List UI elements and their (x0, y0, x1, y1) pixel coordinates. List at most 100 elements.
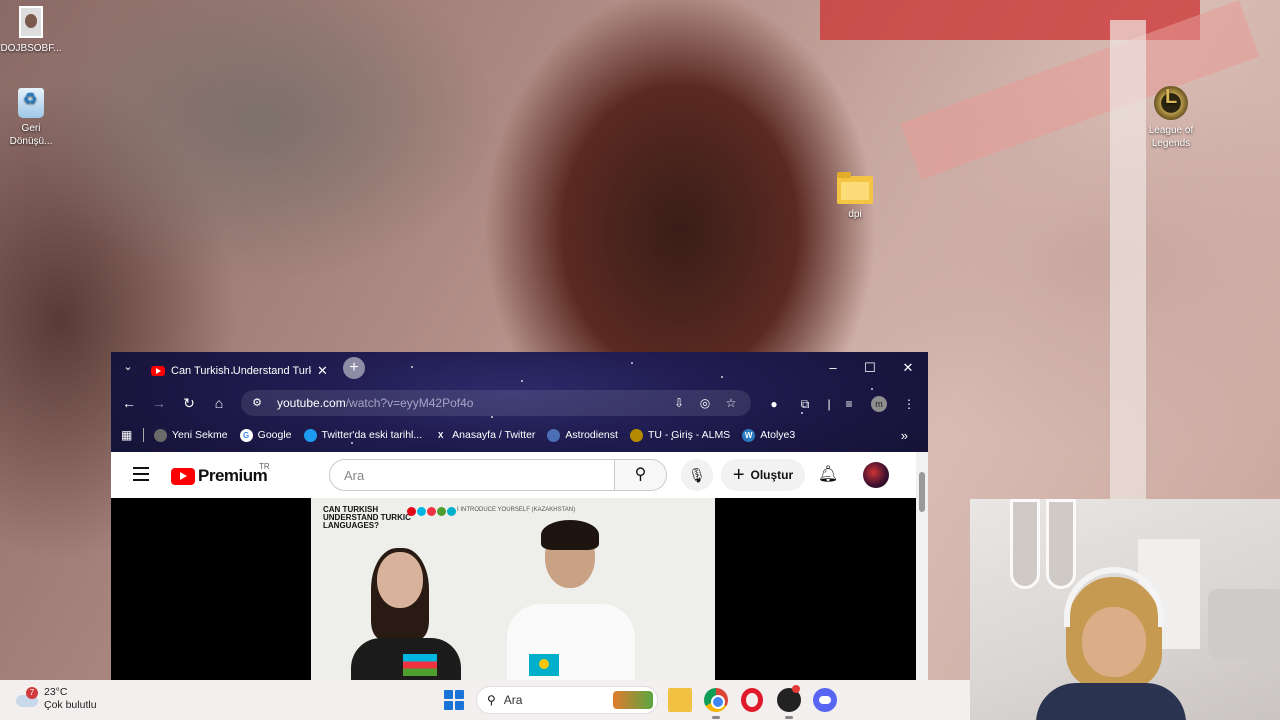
twitter-icon (303, 428, 317, 442)
reload-button[interactable]: ↻ (178, 392, 200, 414)
menu-icon[interactable] (133, 467, 149, 481)
url-text: youtube.com/watch?v=eyyM42Pof4o (277, 396, 473, 410)
account-avatar[interactable] (863, 462, 889, 488)
search-button[interactable]: ⚲ (615, 459, 667, 491)
discord-icon[interactable] (813, 688, 837, 712)
youtube-search-input[interactable]: Ara (329, 459, 615, 491)
url-host: youtube.com (277, 396, 346, 410)
scrollbar-thumb[interactable] (919, 472, 925, 512)
browser-window: ⌄ Can Turkish Understand Turkic L ✕ + – … (111, 352, 928, 680)
extension-icon[interactable]: ● (766, 396, 782, 412)
voice-search-button[interactable]: 🎙 (681, 459, 713, 491)
bookmark-label: Google (257, 429, 292, 441)
url-path: /watch?v=eyyM42Pof4o (345, 396, 474, 410)
media-control-icon[interactable]: ≡ (841, 396, 857, 412)
desktop-icon-label: Geri Dönüşü... (9, 123, 53, 147)
search-placeholder: Ara (344, 467, 365, 483)
bookmark-star-icon[interactable]: ☆ (723, 395, 739, 411)
windows-start-icon[interactable] (444, 690, 464, 710)
youtube-logo-text: Premium (198, 466, 268, 485)
address-bar[interactable]: ⚙ youtube.com/watch?v=eyyM42Pof4o ⇩ ◎ ☆ (241, 390, 751, 416)
obs-icon[interactable] (777, 685, 801, 719)
new-tab-button[interactable]: + (343, 357, 365, 379)
eye-off-icon[interactable]: ◎ (697, 395, 713, 411)
bookmark-label: Anasayfa / Twitter (452, 429, 536, 441)
browser-toolbar: ← → ↻ ⌂ ⚙ youtube.com/watch?v=eyyM42Pof4… (111, 388, 928, 418)
desktop-icon-league-of-legends[interactable]: League of Legends (1136, 86, 1206, 150)
taskbar-search[interactable]: ⚲ Ara (476, 686, 658, 714)
desktop-icon-label: dpi (848, 209, 862, 220)
desktop-icon-recycle-bin[interactable]: Geri Dönüşü... (0, 88, 66, 148)
plus-icon: + (732, 464, 745, 486)
webcam-overlay (970, 499, 1280, 720)
minimize-button[interactable]: – (818, 358, 848, 378)
bookmark-twitter-home[interactable]: X Anasayfa / Twitter (434, 429, 535, 442)
youtube-page: Premium TR Ara ⚲ 🎙 + Oluştur 🔔︎ CAN TURKI… (111, 452, 916, 680)
maximize-button[interactable]: ☐ (855, 358, 885, 378)
create-button[interactable]: + Oluştur (721, 459, 805, 491)
kazakhstan-flag-icon (529, 654, 559, 676)
bookmark-astrodienst[interactable]: Astrodienst (547, 428, 618, 442)
taskbar: 7 23°C Çok bulutlu ⚲ Ara (0, 680, 970, 720)
headphones-icon (1064, 567, 1164, 627)
page-scrollbar[interactable] (916, 452, 928, 680)
microphone-icon: 🎙 (688, 467, 706, 483)
extensions-puzzle-icon[interactable]: ⧉ (797, 396, 813, 412)
weather-badge: 7 (26, 687, 38, 699)
bookmark-label: Twitter'da eski tarihl... (321, 429, 423, 441)
install-app-icon[interactable]: ⇩ (671, 395, 687, 411)
video-player[interactable]: CAN TURKISH UNDERSTAND TURKIC LANGUAGES?… (111, 498, 916, 680)
site-info-icon[interactable]: ⚙ (249, 395, 265, 411)
file-explorer-icon[interactable] (668, 688, 692, 712)
bookmark-label: TU - Giriş - ALMS (647, 429, 731, 441)
youtube-logo-icon (171, 467, 195, 485)
webcam-person (1036, 567, 1186, 720)
tab-close-button[interactable]: ✕ (317, 363, 328, 379)
youtube-premium-logo[interactable]: Premium (171, 466, 268, 486)
tab-youtube[interactable]: Can Turkish Understand Turkic L ✕ (143, 357, 339, 384)
home-button[interactable]: ⌂ (208, 392, 230, 414)
flag-circles (407, 507, 457, 516)
desktop-icon-label: DOJBSOBF... (0, 43, 62, 54)
more-menu-icon[interactable]: ⋮ (901, 396, 917, 412)
weather-widget[interactable]: 7 23°C Çok bulutlu (16, 686, 97, 712)
bookmark-label: Astrodienst (565, 429, 618, 441)
browser-chrome: ⌄ Can Turkish Understand Turkic L ✕ + – … (111, 352, 928, 452)
close-window-button[interactable]: ✕ (893, 358, 923, 378)
search-icon: ⚲ (487, 693, 496, 707)
bookmark-atolye3[interactable]: W Atolye3 (742, 428, 795, 442)
video-title-overlay: CAN TURKISH UNDERSTAND TURKIC LANGUAGES? (323, 505, 411, 530)
youtube-header: Premium TR Ara ⚲ 🎙 + Oluştur 🔔︎ (111, 452, 916, 498)
more-bookmarks-icon[interactable]: » (901, 428, 908, 443)
profile-avatar[interactable]: m (871, 396, 887, 412)
video-frame[interactable]: CAN TURKISH UNDERSTAND TURKIC LANGUAGES?… (311, 498, 715, 680)
bookmark-yeni-sekme[interactable]: Yeni Sekme (154, 428, 228, 442)
desktop-icon-photo[interactable]: DOJBSOBF... (0, 6, 66, 55)
recycle-bin-icon (18, 88, 44, 118)
globe-icon (154, 428, 167, 442)
apps-grid-icon[interactable]: ▦ (121, 428, 135, 442)
taskbar-search-label: Ara (503, 693, 523, 707)
country-code: TR (259, 462, 270, 471)
forward-button[interactable]: → (148, 392, 170, 414)
youtube-icon (151, 365, 165, 376)
azerbaijan-flag-icon (403, 654, 437, 676)
tab-search-button[interactable]: ⌄ (119, 360, 137, 376)
alms-icon (629, 428, 643, 442)
desktop-icon-dpi-folder[interactable]: dpi (820, 172, 890, 221)
back-button[interactable]: ← (118, 392, 140, 414)
wordpress-icon: W (742, 428, 756, 442)
x-icon: X (437, 430, 444, 440)
chrome-icon[interactable] (704, 688, 728, 719)
notifications-bell-icon[interactable]: 🔔︎ (816, 463, 840, 487)
bookmark-tu-alms[interactable]: TU - Giriş - ALMS (629, 428, 731, 442)
league-of-legends-icon (1154, 86, 1188, 120)
tab-bar: ⌄ Can Turkish Understand Turkic L ✕ + – … (111, 352, 928, 384)
bookmark-google[interactable]: G Google (239, 428, 292, 442)
google-icon: G (239, 428, 253, 442)
desktop-icon-label: League of Legends (1148, 125, 1194, 149)
bookmark-twitter-history[interactable]: Twitter'da eski tarihl... (303, 428, 423, 442)
opera-icon[interactable] (741, 688, 763, 712)
weather-temperature: 23°C (44, 686, 68, 698)
astrodienst-icon (547, 428, 561, 442)
